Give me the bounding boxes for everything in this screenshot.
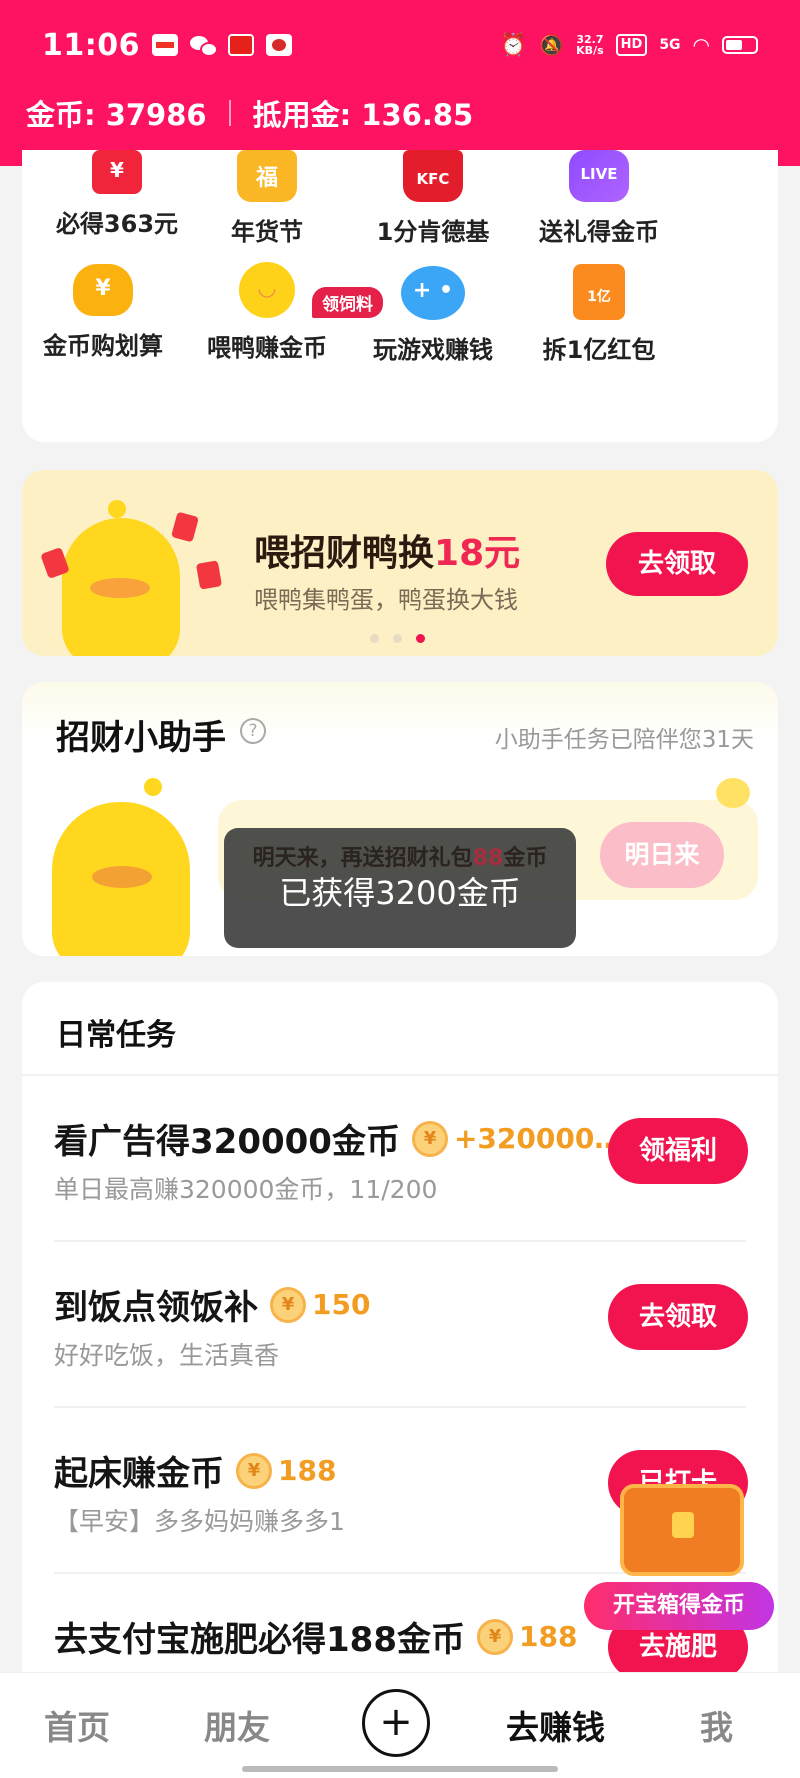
bottom-nav: 首页 朋友 + 去赚钱 我 <box>0 1672 800 1778</box>
quick-item-label: 喂鸭赚金币 <box>207 334 327 362</box>
game-controller-icon <box>401 266 465 320</box>
quick-access-card: 必得363元 年货节 1分肯德基 送礼得金币 金币购划算 喂鸭赚金币 玩游戏赚钱… <box>22 150 778 442</box>
quick-item-gift[interactable]: 送礼得金币 <box>504 150 694 247</box>
assistant-title: 招财小助手 <box>56 718 226 758</box>
task-description: 【早安】多多妈妈赚多多1 <box>54 1507 345 1536</box>
treasure-chest-label: 开宝箱得金币 <box>584 1582 774 1630</box>
duck-mascot-illustration <box>52 802 190 956</box>
task-row: 到饭点领饭补 ¥ 150 好好吃饭，生活真香 去领取 <box>22 1242 778 1408</box>
home-indicator[interactable] <box>242 1766 558 1772</box>
small-duck-icon <box>716 778 750 808</box>
nav-home[interactable]: 首页 <box>44 1701 110 1749</box>
duck-icon <box>239 262 295 318</box>
coin-icon: ¥ <box>411 1120 448 1157</box>
toast-line2: 已获得3200金币 <box>279 874 521 912</box>
quick-item-label: 年货节 <box>231 218 303 246</box>
quick-item-new-year[interactable]: 年货节 <box>172 150 362 247</box>
status-bar: 11:06 ⏰ 🔕 32.7 KB/s HD 5G ◠ <box>42 22 758 68</box>
app-notification-icon <box>228 34 254 56</box>
quick-item-label: 拆1亿红包 <box>542 336 656 364</box>
task-reward: 188 <box>278 1454 337 1487</box>
carousel-dot-active <box>416 634 425 643</box>
feed-badge: 领饲料 <box>312 287 383 318</box>
quick-item-kfc[interactable]: 1分肯德基 <box>338 150 528 247</box>
divider <box>228 100 231 126</box>
red-envelope-decoration <box>171 511 199 543</box>
banner-subtitle: 喂鸭集鸭蛋，鸭蛋换大钱 <box>254 586 518 614</box>
signal-5g-icon: 5G <box>659 37 681 53</box>
assistant-days: 小助手任务已陪伴您31天 <box>494 727 754 753</box>
sohu-news-icon <box>152 34 178 56</box>
quick-item-red-packet[interactable]: 拆1亿红包 <box>504 264 694 365</box>
coin-icon: ¥ <box>476 1618 513 1655</box>
carousel-dot <box>370 634 379 643</box>
nav-plus-button[interactable]: + <box>362 1689 430 1757</box>
coin-icon: ¥ <box>236 1452 272 1489</box>
mute-icon: 🔕 <box>539 33 565 57</box>
carousel-indicator <box>370 634 425 643</box>
banner-claim-button[interactable]: 去领取 <box>606 532 748 596</box>
treasure-chest-widget[interactable]: 开宝箱得金币 <box>584 1474 784 1634</box>
duck-illustration-tuft <box>144 778 162 796</box>
toast-message: 明天来，再送招财礼包88金币 已获得3200金币 <box>224 828 576 948</box>
task-description: 单日最高赚320000金币，11/200 <box>54 1175 438 1204</box>
wifi-icon: ◠ <box>692 33 710 57</box>
live-icon <box>569 150 629 202</box>
shopping-cart-icon <box>237 150 297 202</box>
wechat-icon <box>190 34 218 57</box>
banner-title: 喂招财鸭换18元 <box>254 533 521 574</box>
nav-earn[interactable]: 去赚钱 <box>506 1701 605 1749</box>
task-action-button[interactable]: 领福利 <box>608 1118 748 1184</box>
task-name: 到饭点领饭补 ¥ 150 <box>54 1286 371 1328</box>
red-envelope-icon <box>92 150 142 194</box>
duck-illustration-tuft <box>108 500 126 518</box>
task-reward: 150 <box>312 1288 371 1321</box>
duck-illustration <box>62 518 180 656</box>
hd-icon: HD <box>615 34 648 56</box>
task-name: 看广告得320000金币 ¥ +320000… <box>54 1120 623 1162</box>
banner-title-highlight: 18元 <box>434 533 521 574</box>
red-packet-icon <box>573 264 625 320</box>
money-bag-icon <box>73 264 133 316</box>
tasks-title: 日常任务 <box>56 1018 176 1053</box>
coin-icon: ¥ <box>270 1286 306 1323</box>
balance-bar: 金币: 37986 抵用金: 136.85 <box>26 92 473 134</box>
red-envelope-decoration <box>195 560 223 590</box>
carousel-dot <box>393 634 402 643</box>
quick-item-label: 玩游戏赚钱 <box>373 336 493 364</box>
network-speed: 32.7 KB/s <box>576 33 604 57</box>
quick-item-label: 金币购划算 <box>43 332 163 360</box>
feed-duck-banner[interactable]: 喂招财鸭换18元 喂鸭集鸭蛋，鸭蛋换大钱 去领取 <box>22 470 778 656</box>
task-reward: 188 <box>518 1620 578 1653</box>
quick-item-label: 送礼得金币 <box>539 218 659 246</box>
task-action-button[interactable]: 去领取 <box>608 1284 748 1350</box>
quick-item-coin-shop[interactable]: 金币购划算 <box>8 264 198 361</box>
task-name: 去支付宝施肥必得188金币 ¥ 188 <box>54 1618 578 1660</box>
alarm-icon: ⏰ <box>499 32 528 58</box>
nav-me[interactable]: 我 <box>700 1701 733 1749</box>
come-tomorrow-button[interactable]: 明日来 <box>600 822 724 888</box>
nav-friends[interactable]: 朋友 <box>204 1701 270 1749</box>
top-header: 11:06 ⏰ 🔕 32.7 KB/s HD 5G ◠ 金币: 37986 抵用金… <box>0 0 800 166</box>
battery-icon <box>722 36 758 54</box>
task-row: 看广告得320000金币 ¥ +320000… 单日最高赚320000金币，11… <box>22 1076 778 1242</box>
quick-item-label: 1分肯德基 <box>376 218 490 246</box>
task-reward: +320000… <box>453 1122 623 1155</box>
app-notification-icon-2 <box>266 34 292 56</box>
clock: 11:06 <box>42 27 140 63</box>
task-description: 好好吃饭，生活真香 <box>54 1341 280 1370</box>
treasure-chest-icon <box>620 1484 744 1576</box>
help-icon[interactable]: ? <box>240 718 266 744</box>
kfc-fries-icon <box>403 150 463 202</box>
coin-balance[interactable]: 金币: 37986 <box>26 92 207 134</box>
deduct-balance[interactable]: 抵用金: 136.85 <box>253 92 474 134</box>
task-name: 起床赚金币 ¥ 188 <box>54 1452 337 1494</box>
